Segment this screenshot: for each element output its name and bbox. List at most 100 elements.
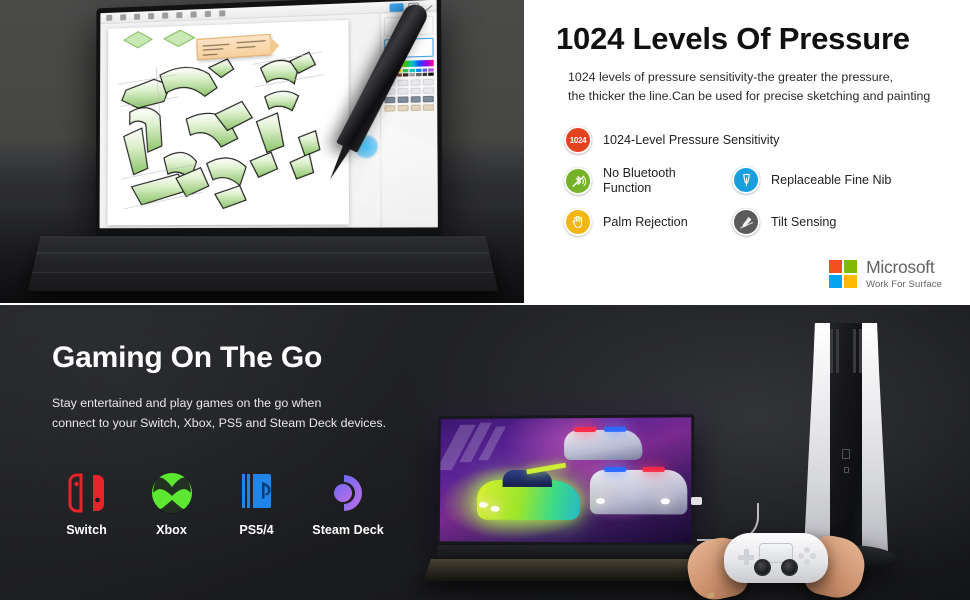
microsoft-tagline: Work For Surface [866,278,942,290]
racing-game-image [436,417,692,544]
tool-button [397,79,408,87]
platform-item-switch: Switch [44,467,129,537]
controller-face-buttons [798,547,816,565]
ps5-usbc-port [843,467,849,473]
tool-icon [219,10,226,17]
tool-icon [120,14,127,21]
player-car [476,480,580,521]
controller-dpad [738,549,754,565]
no-bluetooth-glyph [571,174,586,187]
feature-row: No Bluetooth Function Replaceable Fine N… [564,166,964,196]
swatch [403,69,409,73]
tool-icon [148,13,155,20]
controller-right-stick [781,559,798,576]
swatch [415,68,422,72]
tool-icon [106,14,113,21]
tool-button-row [384,87,434,95]
xbox-icon [129,467,214,519]
page-title: 1024 Levels Of Pressure [556,21,910,56]
no-bluetooth-icon [564,167,592,195]
feature-label: No Bluetooth Function [603,166,676,196]
drawing-canvas [107,19,350,226]
feature-row: Palm Rejection Tilt Sensing [564,208,964,236]
gaming-description-line-2: connect to your Switch, Xbox, PS5 and St… [52,416,387,430]
tool-button [423,95,434,103]
tool-button [384,105,396,112]
tool-button [397,96,408,103]
steam-deck-glyph [334,475,362,511]
feature-row: 1024 1024-Level Pressure Sensitivity [564,126,964,154]
gaming-description-line-1: Stay entertained and play games on the g… [52,396,322,410]
platform-list: Switch Xbox PS5/4 Steam Deck [44,467,397,537]
platform-item-steam-deck: Steam Deck [299,467,397,537]
microsoft-logo: Microsoft Work For Surface [828,257,942,290]
feature-item-no-bluetooth: No Bluetooth Function [564,166,732,196]
platform-label: Switch [66,523,107,537]
portable-monitor [423,414,759,595]
ps5-right-panel [862,323,888,551]
feature-list: 1024 1024-Level Pressure Sensitivity No … [564,126,964,248]
feature-label: Replaceable Fine Nib [771,172,892,187]
hands-with-controller [682,527,870,600]
monitor-screen [436,414,695,547]
nib-glyph [742,173,750,186]
replaceable-nib-icon [732,166,760,194]
tablet-screen [99,0,438,229]
ps5-usb-port [842,449,850,459]
description-line-2: the thicker the line.Can be used for pre… [568,89,931,103]
microsoft-tile-blue [828,275,842,289]
tool-button-row [384,104,434,112]
ps5-left-panel [804,323,830,551]
feature-label: Palm Rejection [603,214,688,229]
description-line-1: 1024 levels of pressure sensitivity-the … [568,70,894,84]
swatch [422,68,428,72]
feature-label: Tilt Sensing [771,214,837,229]
nintendo-switch-icon [44,467,129,519]
platform-item-playstation: PS5/4 [214,467,299,537]
tool-button [397,104,409,112]
gaming-description: Stay entertained and play games on the g… [52,393,432,433]
tool-button [423,104,434,111]
tool-button-row [384,95,434,104]
swatch [422,72,428,77]
tool-button [422,78,434,86]
feature-item-tilt-sensing: Tilt Sensing [732,208,836,236]
swatch [415,72,422,77]
microsoft-tile-green [844,259,858,273]
platform-label: Xbox [156,523,187,537]
tool-icon [190,11,197,18]
palm-glyph [572,215,583,228]
gaming-title: Gaming On The Go [52,341,323,374]
tool-icon [176,11,183,19]
platform-item-xbox: Xbox [129,467,214,537]
controller-left-stick [754,559,771,576]
feature-item-fine-nib: Replaceable Fine Nib [732,166,891,194]
monitor-stand [423,559,707,582]
police-car [564,426,643,461]
platform-label: Steam Deck [312,523,384,537]
platform-label: PS5/4 [239,523,274,537]
playstation-icon [214,467,299,519]
tool-button [410,104,421,112]
swatch [428,68,434,72]
pressure-1024-icon-text: 1024 [569,135,587,145]
microsoft-tile-yellow [844,275,858,289]
finger-ring [706,592,715,599]
tilt-glyph [739,216,753,229]
tool-button [410,96,421,103]
product-infographic: 1024 Levels Of Pressure 1024 levels of p… [0,0,970,600]
ps5-console [796,323,896,567]
pressure-1024-icon: 1024 [564,126,592,154]
police-car [589,466,688,515]
pressure-feature-panel: 1024 Levels Of Pressure 1024 levels of p… [524,0,970,303]
pen-tool-active-icon [389,2,404,12]
tool-button [410,87,421,95]
tool-icon [204,10,211,18]
microsoft-wordmark: Microsoft Work For Surface [866,257,942,290]
tablet-stylus-photo [0,0,524,303]
swatch [403,73,409,77]
dualsense-controller [724,533,828,583]
steam-deck-icon [299,467,397,519]
microsoft-name: Microsoft [866,257,935,277]
tool-icon [134,13,141,20]
